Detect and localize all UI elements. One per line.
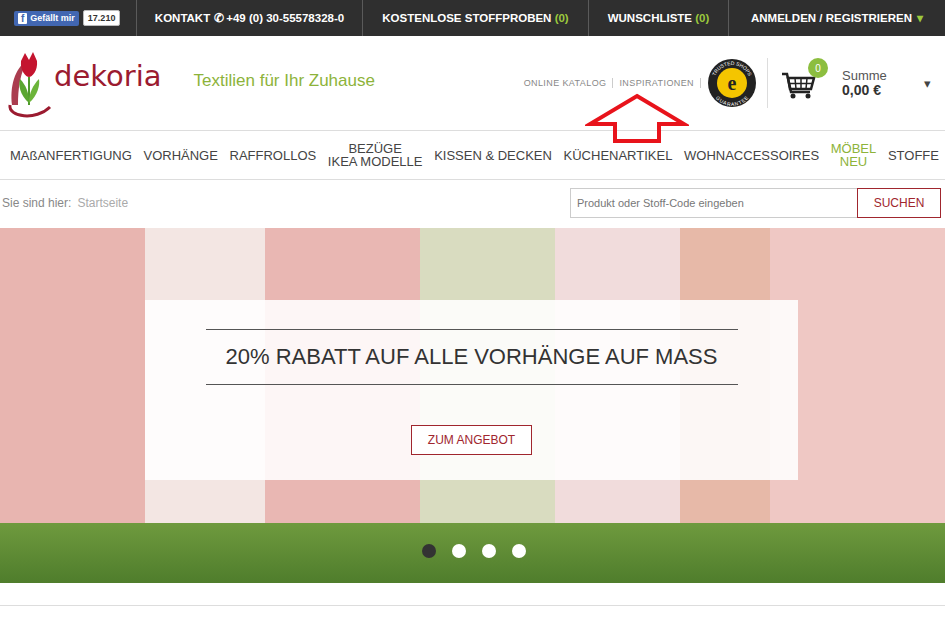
facebook-like-count: 17.210 [83,10,121,26]
logo-text: dekoria [54,59,162,93]
slider-dot[interactable] [422,544,436,558]
breadcrumb: Sie sind hier: Startseite [2,196,128,210]
nav-item[interactable]: KÜCHENARTIKEL [564,149,673,162]
main-nav: MAßANFERTIGUNG VORHÄNGE RAFFROLLOS BEZÜGEIK… [0,130,945,180]
trusted-shops-icon: TRUSTED SHOPSGUARANTEEe [707,58,757,108]
nav-item[interactable]: MÖBELNEU [831,142,877,168]
nav-item[interactable]: BEZÜGEIKEA MODELLE [328,142,423,168]
header-link[interactable]: INSPIRATIONEN [613,78,701,88]
nav-item[interactable]: STOFFE [888,149,939,162]
trusted-shops-badge[interactable]: TRUSTED SHOPSGUARANTEEe [707,58,757,108]
cart-count-badge: 0 [808,58,828,78]
slider-dot[interactable] [452,544,466,558]
phone-icon: ✆ [214,11,224,25]
nav-item[interactable]: MAßANFERTIGUNG [10,149,132,162]
cart-total: 0,00 € [842,83,916,98]
facebook-like-label: Gefällt mir [30,13,75,23]
caret-icon: ▾ [917,11,923,25]
contact-link[interactable]: KONTAKT ✆ +49 (0) 30-55578328-0 [136,0,362,36]
facebook-icon: f [18,13,27,24]
nav-item[interactable]: VORHÄNGE [143,149,217,162]
top-bar-count: (0) [695,12,709,24]
top-bar-link[interactable]: WUNSCHLISTE (0) [588,0,728,36]
slider-dots [0,544,945,558]
breadcrumb-item[interactable]: Startseite [77,196,128,210]
page: f Gefällt mir 17.210 KONTAKT ✆ +49 (0) 3… [0,0,945,628]
caret-icon[interactable]: ▾ [924,76,931,91]
cart-sum-label: Summe [842,68,916,83]
offer-button[interactable]: ZUM ANGEBOT [411,425,532,455]
svg-text:e: e [728,72,737,94]
svg-text:GUARANTEE: GUARANTEE [715,94,750,107]
header: dekoria Textilien für Ihr Zuhause ONLINE… [0,36,945,130]
header-link[interactable]: ONLINE KATALOG [518,78,614,88]
promo-headline: 20% RABATT AUF ALLE VORHÄNGE AUF MASS [226,330,718,384]
search-button[interactable]: SUCHEN [857,188,941,218]
tagline: Textilien für Ihr Zuhause [194,71,375,95]
top-bar: f Gefällt mir 17.210 KONTAKT ✆ +49 (0) 3… [0,0,945,36]
top-bar-link[interactable]: KOSTENLOSE STOFFPROBEN (0) [362,0,588,36]
top-bar-count: (0) [555,12,569,24]
logo[interactable]: dekoria [6,47,162,119]
annotation-arrow-icon [585,93,689,145]
nav-item[interactable]: KISSEN & DECKEN [434,149,552,162]
facebook-like: f Gefällt mir 17.210 [0,0,136,36]
nav-item[interactable]: RAFFROLLOS [230,149,317,162]
tulip-icon [6,47,52,119]
promo-box: 20% RABATT AUF ALLE VORHÄNGE AUF MASS ZU… [145,300,798,480]
search: SUCHEN [570,188,941,218]
slider-dot[interactable] [482,544,496,558]
breadcrumb-row: Sie sind hier: Startseite SUCHEN [0,184,945,222]
cart-summary: Summe 0,00 € [842,68,916,98]
facebook-like-button[interactable]: f Gefällt mir [14,11,79,26]
slider-dot[interactable] [512,544,526,558]
hero-banner: 20% RABATT AUF ALLE VORHÄNGE AUF MASS ZU… [0,228,945,583]
search-input[interactable] [570,188,857,218]
nav-item[interactable]: WOHNACCESSOIRES [684,149,819,162]
account-link[interactable]: ANMELDEN / REGISTRIEREN ▾ [728,0,945,36]
cart[interactable]: 0 Summe 0,00 € ▾ [767,58,931,108]
header-links: ONLINE KATALOGINSPIRATIONEN [518,78,701,88]
